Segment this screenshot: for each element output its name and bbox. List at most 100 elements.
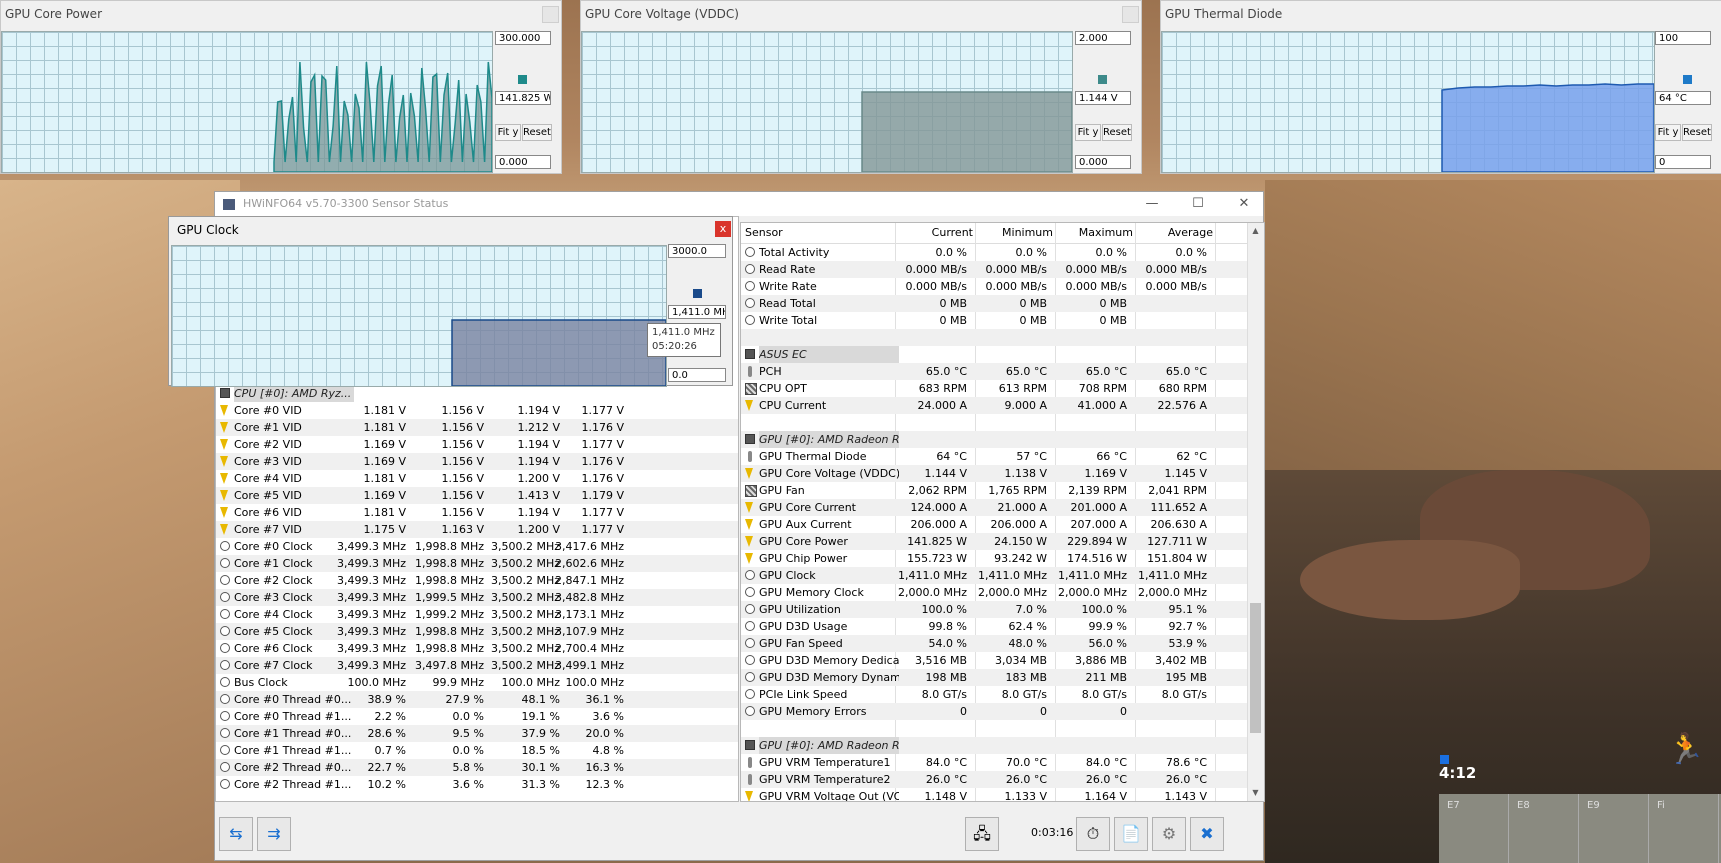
table-row[interactable]: GPU Aux Current 206.000 A 206.000 A 207.000… <box>741 516 1264 533</box>
table-row[interactable]: GPU Memory Errors 0 0 0 <box>741 703 1264 720</box>
table-row[interactable]: Read Rate 0.000 MB/s 0.000 MB/s 0.000 MB/s 0… <box>741 261 1264 278</box>
close-button[interactable]: ✕ <box>1233 195 1255 213</box>
table-row[interactable]: Core #2 VID 1.169 V 1.156 V 1.194 V 1.177 V <box>216 436 738 453</box>
value-min: 1.156 V <box>441 421 484 434</box>
table-row[interactable]: Core #7 VID 1.175 V 1.163 V 1.200 V 1.177 V <box>216 521 738 538</box>
table-row[interactable] <box>741 414 1264 431</box>
table-row[interactable]: GPU Fan 2,062 RPM 1,765 RPM 2,139 RPM 2,041 … <box>741 482 1264 499</box>
reset-button[interactable]: Reset <box>1102 124 1132 141</box>
scroll-thumb[interactable] <box>1250 603 1261 733</box>
fit-y-button[interactable]: Fit y <box>495 124 521 141</box>
table-row[interactable]: Core #1 Thread #0... 28.6 % 9.5 % 37.9 % 20.… <box>216 725 738 742</box>
table-row[interactable]: Core #5 Clock 3,499.3 MHz 1,998.8 MHz 3,500… <box>216 623 738 640</box>
graph-close-button[interactable]: x <box>715 221 731 237</box>
title-bar[interactable]: HWiNFO64 v5.70-3300 Sensor Status — ☐ ✕ <box>215 192 1263 216</box>
value-min: 1.163 V <box>441 523 484 536</box>
table-row[interactable]: GPU VRM Voltage Out (VOU... 1.148 V 1.133 … <box>741 788 1264 801</box>
table-row[interactable]: Core #2 Thread #0... 22.7 % 5.8 % 30.1 % 16.… <box>216 759 738 776</box>
graph-close-button[interactable] <box>542 6 559 23</box>
graph-max-value[interactable]: 3000.0 <box>668 244 726 258</box>
table-row[interactable]: Write Total 0 MB 0 MB 0 MB <box>741 312 1264 329</box>
settings-gear-icon[interactable]: ⚙ <box>1152 817 1186 851</box>
table-row[interactable]: Core #6 VID 1.181 V 1.156 V 1.194 V 1.177 V <box>216 504 738 521</box>
graph-min-value[interactable]: 0.0 <box>668 368 726 382</box>
scroll-down-icon[interactable]: ▼ <box>1248 785 1263 800</box>
table-row[interactable]: Core #6 Clock 3,499.3 MHz 1,998.8 MHz 3,500… <box>216 640 738 657</box>
maximize-button[interactable]: ☐ <box>1187 195 1209 213</box>
table-row[interactable]: Core #0 VID 1.181 V 1.156 V 1.194 V 1.177 V <box>216 402 738 419</box>
sensor-group-row[interactable]: CPU [#0]: AMD Ryz... <box>216 385 738 402</box>
table-row[interactable]: Core #5 VID 1.169 V 1.156 V 1.413 V 1.179 V <box>216 487 738 504</box>
header-sensor[interactable]: Sensor <box>745 223 783 240</box>
sensor-group-row[interactable]: GPU [#0]: AMD Radeon RX... <box>741 431 1264 448</box>
graph-min-value[interactable]: 0 <box>1655 155 1711 169</box>
table-row[interactable] <box>741 720 1264 737</box>
table-row[interactable]: Core #1 VID 1.181 V 1.156 V 1.212 V 1.176 V <box>216 419 738 436</box>
header-maximum[interactable]: Maximum <box>1061 223 1133 240</box>
table-row[interactable]: Bus Clock 100.0 MHz 99.9 MHz 100.0 MHz 100.0… <box>216 674 738 691</box>
graph-min-value[interactable]: 0.000 <box>1075 155 1131 169</box>
value-avg <box>1135 312 1207 329</box>
table-row[interactable]: GPU Core Voltage (VDDC) 1.144 V 1.138 V 1.1… <box>741 465 1264 482</box>
table-row[interactable]: GPU VRM Temperature1 84.0 °C 70.0 °C 84.0 °… <box>741 754 1264 771</box>
table-row[interactable]: GPU Thermal Diode 64 °C 57 °C 66 °C 62 °C <box>741 448 1264 465</box>
scroll-up-icon[interactable]: ▲ <box>1248 223 1263 238</box>
vertical-scrollbar[interactable]: ▲ ▼ <box>1247 223 1264 801</box>
table-row[interactable]: GPU D3D Usage 99.8 % 62.4 % 99.9 % 92.7 % <box>741 618 1264 635</box>
graph-close-button[interactable] <box>1122 6 1139 23</box>
table-row[interactable]: Total Activity 0.0 % 0.0 % 0.0 % 0.0 % <box>741 244 1264 261</box>
graph-max-value[interactable]: 300.000 <box>495 31 551 45</box>
table-row[interactable]: Core #1 Thread #1... 0.7 % 0.0 % 18.5 % 4.8 … <box>216 742 738 759</box>
value-min: 1.156 V <box>441 506 484 519</box>
reset-button[interactable]: Reset <box>1682 124 1712 141</box>
reset-button[interactable]: Reset <box>522 124 552 141</box>
clock-icon[interactable]: ⏱ <box>1076 817 1110 851</box>
minimize-button[interactable]: — <box>1141 195 1163 213</box>
table-row[interactable]: Core #4 Clock 3,499.3 MHz 1,999.2 MHz 3,500… <box>216 606 738 623</box>
table-row[interactable]: Core #3 Clock 3,499.3 MHz 1,999.5 MHz 3,500… <box>216 589 738 606</box>
table-row[interactable]: GPU Clock 1,411.0 MHz 1,411.0 MHz 1,411.0 M… <box>741 567 1264 584</box>
table-row[interactable]: PCH 65.0 °C 65.0 °C 65.0 °C 65.0 °C <box>741 363 1264 380</box>
table-row[interactable]: Core #2 Thread #1... 10.2 % 3.6 % 31.3 % 12.… <box>216 776 738 793</box>
table-row[interactable] <box>741 329 1264 346</box>
fit-y-button[interactable]: Fit y <box>1075 124 1101 141</box>
table-row[interactable]: GPU D3D Memory Dedicated 3,516 MB 3,034 MB… <box>741 652 1264 669</box>
graph-max-value[interactable]: 2.000 <box>1075 31 1131 45</box>
exit-close-icon[interactable]: ✖ <box>1190 817 1224 851</box>
log-add-button[interactable]: 📄 <box>1114 817 1148 851</box>
table-row[interactable]: PCIe Link Speed 8.0 GT/s 8.0 GT/s 8.0 GT/s 8… <box>741 686 1264 703</box>
table-row[interactable]: Core #1 Clock 3,499.3 MHz 1,998.8 MHz 3,500… <box>216 555 738 572</box>
collapse-columns-button[interactable]: ⇉ <box>257 817 291 851</box>
table-row[interactable]: GPU Memory Clock 2,000.0 MHz 2,000.0 MHz 2,… <box>741 584 1264 601</box>
table-row[interactable]: CPU OPT 683 RPM 613 RPM 708 RPM 680 RPM <box>741 380 1264 397</box>
table-row[interactable]: GPU Fan Speed 54.0 % 48.0 % 56.0 % 53.9 % <box>741 635 1264 652</box>
table-row[interactable]: GPU Chip Power 155.723 W 93.242 W 174.516 W… <box>741 550 1264 567</box>
table-row[interactable]: GPU Utilization 100.0 % 7.0 % 100.0 % 95.1 % <box>741 601 1264 618</box>
table-row[interactable]: Core #0 Thread #1... 2.2 % 0.0 % 19.1 % 3.6 … <box>216 708 738 725</box>
table-row[interactable]: CPU Current 24.000 A 9.000 A 41.000 A 22.576… <box>741 397 1264 414</box>
graph-min-value[interactable]: 0.000 <box>495 155 551 169</box>
table-row[interactable]: Core #3 VID 1.169 V 1.156 V 1.194 V 1.176 V <box>216 453 738 470</box>
value-min <box>975 720 1047 737</box>
table-row[interactable]: GPU Core Current 124.000 A 21.000 A 201.000… <box>741 499 1264 516</box>
header-average[interactable]: Average <box>1141 223 1213 240</box>
header-minimum[interactable]: Minimum <box>981 223 1053 240</box>
network-button[interactable]: 🖧 <box>965 817 999 851</box>
value-avg: 78.6 °C <box>1165 756 1207 769</box>
table-row[interactable]: Core #7 Clock 3,499.3 MHz 3,497.8 MHz 3,500… <box>216 657 738 674</box>
table-row[interactable]: Core #0 Clock 3,499.3 MHz 1,998.8 MHz 3,500… <box>216 538 738 555</box>
table-row[interactable]: Write Rate 0.000 MB/s 0.000 MB/s 0.000 MB/s… <box>741 278 1264 295</box>
fit-y-button[interactable]: Fit y <box>1655 124 1681 141</box>
table-row[interactable]: GPU Core Power 141.825 W 24.150 W 229.894 W… <box>741 533 1264 550</box>
sensor-group-row[interactable]: GPU [#0]: AMD Radeon RX... <box>741 737 1264 754</box>
table-row[interactable]: GPU VRM Temperature2 26.0 °C 26.0 °C 26.0 °… <box>741 771 1264 788</box>
graph-max-value[interactable]: 100 <box>1655 31 1711 45</box>
table-row[interactable]: Core #0 Thread #0... 38.9 % 27.9 % 48.1 % 36… <box>216 691 738 708</box>
sensor-group-row[interactable]: ASUS EC <box>741 346 1264 363</box>
table-row[interactable]: GPU D3D Memory Dynamic 198 MB 183 MB 211 MB… <box>741 669 1264 686</box>
header-current[interactable]: Current <box>901 223 973 240</box>
table-row[interactable]: Core #2 Clock 3,499.3 MHz 1,998.8 MHz 3,500… <box>216 572 738 589</box>
table-row[interactable]: Read Total 0 MB 0 MB 0 MB <box>741 295 1264 312</box>
table-row[interactable]: Core #4 VID 1.181 V 1.156 V 1.200 V 1.176 V <box>216 470 738 487</box>
expand-columns-button[interactable]: ⇆ <box>219 817 253 851</box>
